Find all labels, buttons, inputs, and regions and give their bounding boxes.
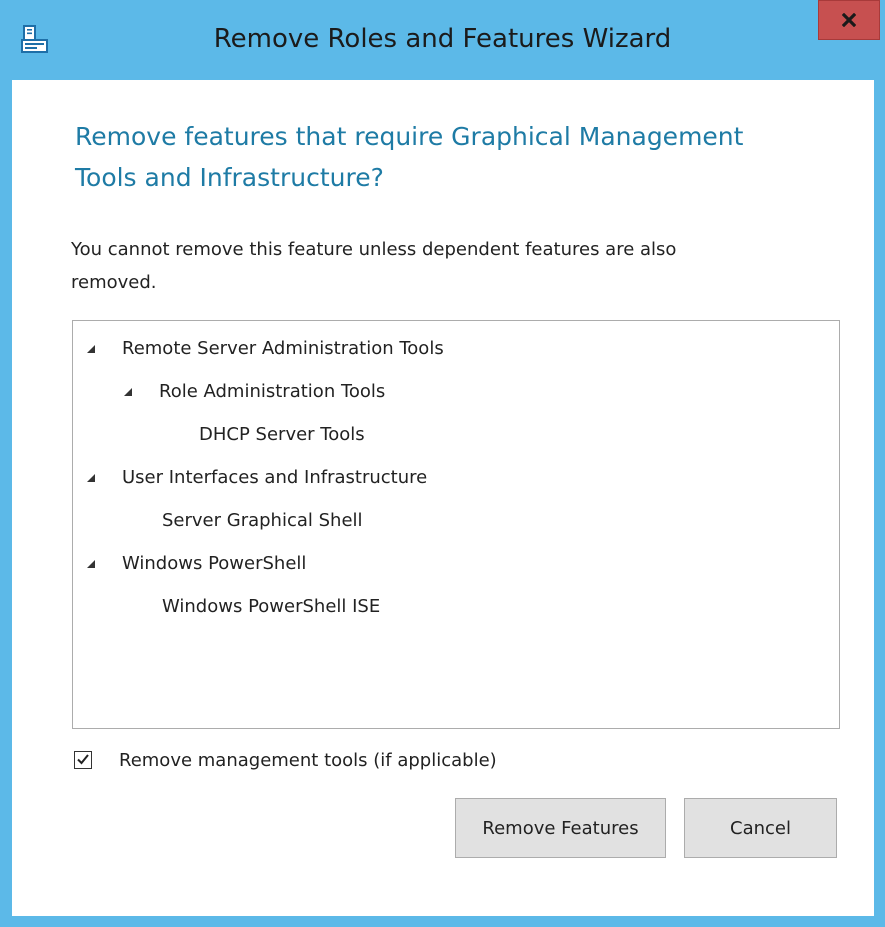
description-line-2: removed. bbox=[71, 272, 157, 293]
expand-arrow-icon[interactable] bbox=[85, 471, 97, 483]
cancel-button[interactable]: Cancel bbox=[684, 798, 837, 858]
tree-item[interactable]: Remote Server Administration Tools bbox=[85, 334, 444, 364]
close-icon bbox=[842, 13, 856, 27]
dialog-description: You cannot remove this feature unless de… bbox=[71, 233, 841, 299]
tree-item-label: Server Graphical Shell bbox=[162, 510, 363, 531]
tree-item-label: User Interfaces and Infrastructure bbox=[122, 467, 428, 488]
title-bar[interactable]: Remove Roles and Features Wizard bbox=[0, 0, 885, 80]
remove-tools-checkbox[interactable] bbox=[74, 751, 92, 769]
dependent-features-tree[interactable]: Remote Server Administration Tools Role … bbox=[72, 320, 840, 729]
tree-item-label: Windows PowerShell ISE bbox=[162, 596, 381, 617]
tree-item[interactable]: Role Administration Tools bbox=[122, 377, 385, 407]
description-line-1: You cannot remove this feature unless de… bbox=[71, 239, 677, 260]
heading-line-2: Tools and Infrastructure? bbox=[75, 163, 384, 192]
remove-tools-option[interactable]: Remove management tools (if applicable) bbox=[74, 745, 497, 775]
wizard-window: Remove Roles and Features Wizard Remove … bbox=[0, 0, 885, 927]
server-manager-icon bbox=[20, 24, 50, 54]
dialog-content: Remove features that require Graphical M… bbox=[12, 80, 874, 916]
tree-item-label: Remote Server Administration Tools bbox=[122, 338, 444, 359]
remove-features-button[interactable]: Remove Features bbox=[455, 798, 666, 858]
tree-item[interactable]: Server Graphical Shell bbox=[162, 506, 363, 536]
tree-item[interactable]: User Interfaces and Infrastructure bbox=[85, 463, 427, 493]
tree-item-label: DHCP Server Tools bbox=[199, 424, 365, 445]
tree-item-label: Windows PowerShell bbox=[122, 553, 307, 574]
checkmark-icon bbox=[76, 751, 90, 770]
close-button[interactable] bbox=[818, 0, 880, 40]
tree-item-label: Role Administration Tools bbox=[159, 381, 386, 402]
expand-arrow-icon[interactable] bbox=[85, 557, 97, 569]
tree-item[interactable]: Windows PowerShell ISE bbox=[162, 592, 380, 622]
expand-arrow-icon[interactable] bbox=[85, 342, 97, 354]
window-title: Remove Roles and Features Wizard bbox=[213, 24, 672, 54]
heading-line-1: Remove features that require Graphical M… bbox=[75, 122, 744, 151]
expand-arrow-icon[interactable] bbox=[122, 385, 134, 397]
tree-item[interactable]: Windows PowerShell bbox=[85, 549, 306, 579]
dialog-heading: Remove features that require Graphical M… bbox=[75, 116, 835, 198]
remove-tools-label[interactable]: Remove management tools (if applicable) bbox=[119, 750, 497, 771]
tree-item[interactable]: DHCP Server Tools bbox=[199, 420, 365, 450]
